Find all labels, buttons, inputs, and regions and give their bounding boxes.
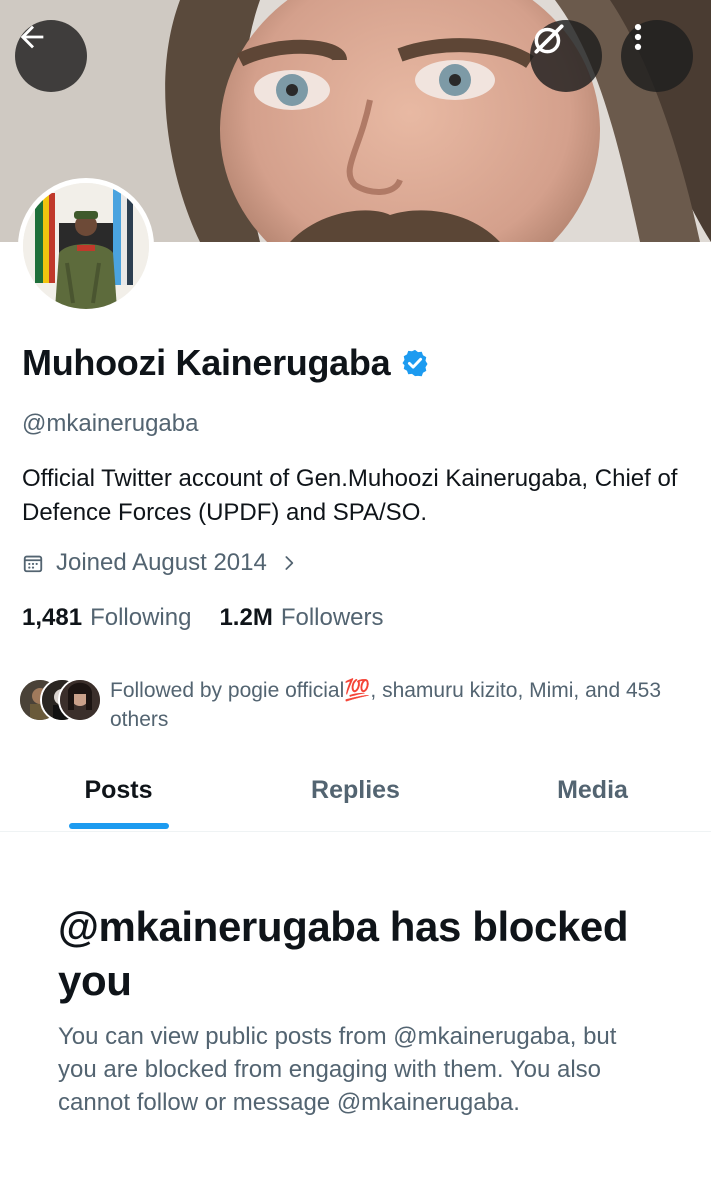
- grok-icon: [534, 24, 564, 54]
- followers-you-know[interactable]: Followed by pogie official💯, shamuru kiz…: [18, 676, 670, 734]
- more-options-button[interactable]: [621, 20, 693, 92]
- follower-avatars: [18, 676, 104, 724]
- tab-label: Posts: [84, 776, 153, 804]
- tab-posts[interactable]: Posts: [0, 760, 237, 831]
- followers-link[interactable]: 1.2M Followers: [219, 604, 383, 632]
- profile-bio: Official Twitter account of Gen.Muhoozi …: [22, 465, 678, 526]
- follow-stats: 1,481 Following 1.2M Followers: [22, 604, 412, 632]
- joined-date[interactable]: Joined August 2014: [22, 549, 297, 577]
- blocked-message: You can view public posts from @mkaineru…: [58, 1023, 617, 1116]
- followers-count: 1.2M: [219, 604, 273, 631]
- tab-media[interactable]: Media: [474, 760, 711, 831]
- profile-tabs: Posts Replies Media: [0, 760, 711, 832]
- calendar-icon: [23, 555, 43, 573]
- back-button[interactable]: [15, 20, 87, 92]
- grok-button[interactable]: [530, 20, 602, 92]
- more-vertical-icon: [634, 23, 642, 51]
- tab-replies[interactable]: Replies: [237, 760, 474, 831]
- tab-label: Replies: [311, 776, 400, 804]
- active-tab-indicator: [68, 823, 169, 829]
- arrow-left-icon: [20, 25, 44, 49]
- blocked-title: @mkainerugaba has blocked you: [58, 903, 629, 1004]
- tab-label: Media: [557, 776, 628, 804]
- profile-avatar[interactable]: [18, 178, 154, 314]
- verified-badge-icon[interactable]: [400, 348, 430, 378]
- followers-label: Followers: [280, 604, 384, 631]
- following-count: 1,481: [22, 604, 83, 631]
- profile-name: Muhoozi Kainerugaba: [22, 342, 391, 383]
- avatar-image: [23, 183, 149, 309]
- profile-handle: @mkainerugaba: [22, 410, 199, 437]
- chevron-right-icon: [285, 556, 294, 570]
- following-label: Following: [90, 604, 192, 631]
- followed-by-text: Followed by pogie official💯, shamuru kiz…: [110, 679, 662, 731]
- following-link[interactable]: 1,481 Following: [22, 604, 191, 632]
- follower-avatar: [58, 678, 102, 722]
- profile-name-row: Muhoozi Kainerugaba: [22, 342, 430, 384]
- joined-label: Joined August 2014: [56, 549, 267, 576]
